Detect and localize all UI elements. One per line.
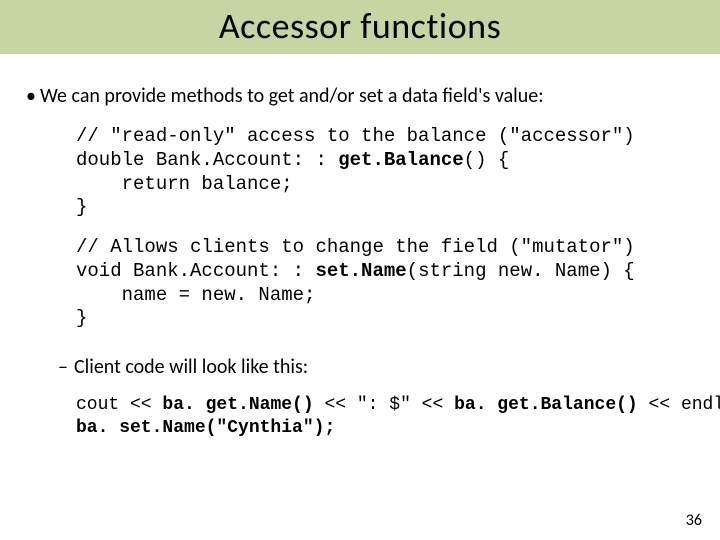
code-text: << ": $" << [314,395,454,415]
slide: Accessor functions •We can provide metho… [0,0,720,540]
code-text: } [76,307,87,329]
code-text: () { [464,149,510,171]
code-call: ba. set.Name("Cynthia"); [76,418,335,438]
title-band: Accessor functions [0,0,720,54]
slide-title: Accessor functions [0,4,720,48]
code-method-name: set.Name [315,260,406,282]
code-method-name: get.Balance [338,149,463,171]
code-comment: // Allows clients to change the field ("… [76,236,635,258]
sub-bullet-line: –Client code will look like this: [58,355,702,380]
code-call: ba. get.Balance() [454,395,638,415]
code-text: double Bank.Account: : [76,149,338,171]
code-text: void Bank.Account: : [76,260,315,282]
dash-icon: – [58,355,74,380]
code-block-mutator: // Allows clients to change the field ("… [76,236,702,331]
slide-body: •We can provide methods to get and/or se… [0,54,720,439]
bullet-line: •We can provide methods to get and/or se… [26,84,702,109]
bullet-text: We can provide methods to get and/or set… [40,84,544,108]
code-text: cout << [76,395,162,415]
code-block-client: cout << ba. get.Name() << ": $" << ba. g… [76,394,702,439]
page-number: 36 [686,511,702,530]
sub-bullet-text: Client code will look like this: [74,355,308,379]
code-text: return balance; [76,173,293,195]
code-block-accessor: // "read-only" access to the balance ("a… [76,125,702,220]
code-text: (string new. Name) { [407,260,635,282]
code-text: << endl; [638,395,720,415]
code-call: ba. get.Name() [162,395,313,415]
bullet-icon: • [26,84,40,109]
code-comment: // "read-only" access to the balance ("a… [76,125,635,147]
code-text: } [76,196,87,218]
code-text: name = new. Name; [76,284,315,306]
